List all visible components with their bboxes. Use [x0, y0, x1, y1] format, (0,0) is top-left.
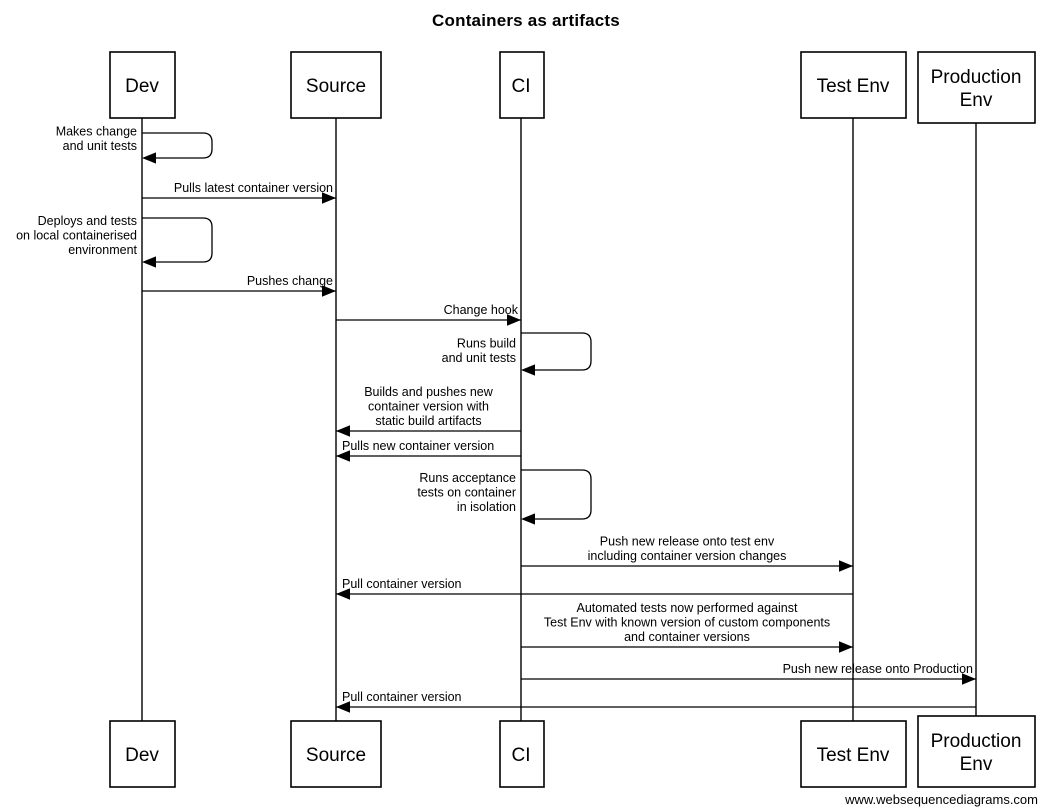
message-label: Automated tests now performed against [577, 601, 798, 615]
participant-label-prod: Production [931, 731, 1022, 752]
sequence-diagram-svg: Makes changeand unit testsPulls latest c… [16, 51, 1036, 788]
message-label: Pull container version [342, 690, 462, 704]
participant-label-dev: Dev [125, 745, 159, 766]
message-label: Pulls latest container version [174, 181, 333, 195]
message-label: Pull container version [342, 577, 462, 591]
message-label: including container version changes [588, 549, 787, 563]
sequence-diagram-canvas: Containers as artifacts Makes change and … [0, 0, 1052, 811]
participant-label-test: Test Env [817, 76, 890, 97]
participant-label-src: Source [306, 745, 366, 766]
message-arrowhead [839, 641, 853, 653]
message-label: tests on container [417, 486, 516, 500]
lifelines-layer [141, 118, 977, 721]
message-label: Runs build [457, 337, 516, 351]
message-label: Runs acceptance [419, 471, 516, 485]
self-message-arrowhead-8 [521, 513, 535, 525]
participant-label-ci: CI [512, 745, 531, 766]
message-label: Pushes change [247, 274, 333, 288]
self-message-arrowhead-5 [521, 364, 535, 376]
message-arrowhead [839, 560, 853, 572]
participant-label-src: Source [306, 76, 366, 97]
self-message-2 [142, 217, 213, 263]
message-label: Builds and pushes new [364, 385, 494, 399]
message-label: in isolation [457, 500, 516, 514]
message-label: Test Env with known version of custom co… [544, 616, 830, 630]
message-label: container version with [368, 400, 489, 414]
participant-label-test: Test Env [817, 745, 890, 766]
participant-label-prod: Env [960, 754, 993, 775]
message-label: Push new release onto Production [783, 662, 973, 676]
footer-credit: www.websequencediagrams.com [845, 792, 1038, 807]
message-label: and container versions [624, 630, 750, 644]
self-message-8 [521, 469, 592, 520]
participant-label-dev: Dev [125, 76, 159, 97]
message-label: Deploys and tests [38, 214, 137, 228]
message-label: Pulls new container version [342, 439, 494, 453]
message-label: Change hook [444, 303, 519, 317]
participant-label-ci: CI [512, 76, 531, 97]
participant-label-prod: Production [931, 67, 1022, 88]
message-label: and unit tests [63, 139, 137, 153]
self-message-arrowhead-0 [142, 152, 156, 164]
message-label: Makes change [56, 125, 137, 139]
self-message-5 [521, 332, 592, 371]
messages-layer: Makes changeand unit testsPulls latest c… [16, 125, 976, 713]
participant-label-prod: Env [960, 90, 993, 111]
message-label: Push new release onto test env [600, 535, 775, 549]
participant-boxes-layer: Dev Dev Source Source CI CI Test Env Test Env Pr… [109, 51, 1036, 788]
message-arrowhead [336, 425, 350, 437]
message-label: on local containerised [16, 229, 137, 243]
message-label: static build artifacts [375, 414, 481, 428]
message-label: and unit tests [442, 351, 516, 365]
message-label: environment [68, 243, 137, 257]
self-message-arrowhead-2 [142, 256, 156, 268]
